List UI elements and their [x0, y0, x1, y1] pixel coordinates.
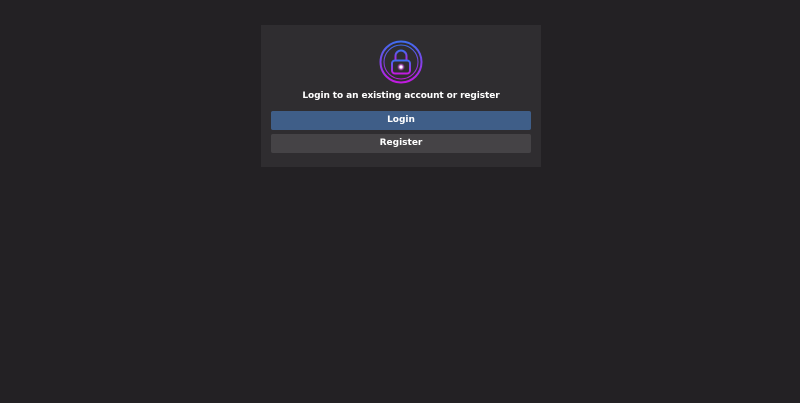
auth-prompt: Login to an existing account or register — [302, 91, 500, 101]
login-page: Login to an existing account or register… — [0, 0, 800, 403]
register-button[interactable]: Register — [271, 134, 531, 153]
auth-card: Login to an existing account or register… — [261, 25, 541, 167]
login-button[interactable]: Login — [271, 111, 531, 130]
lock-icon — [379, 40, 423, 84]
